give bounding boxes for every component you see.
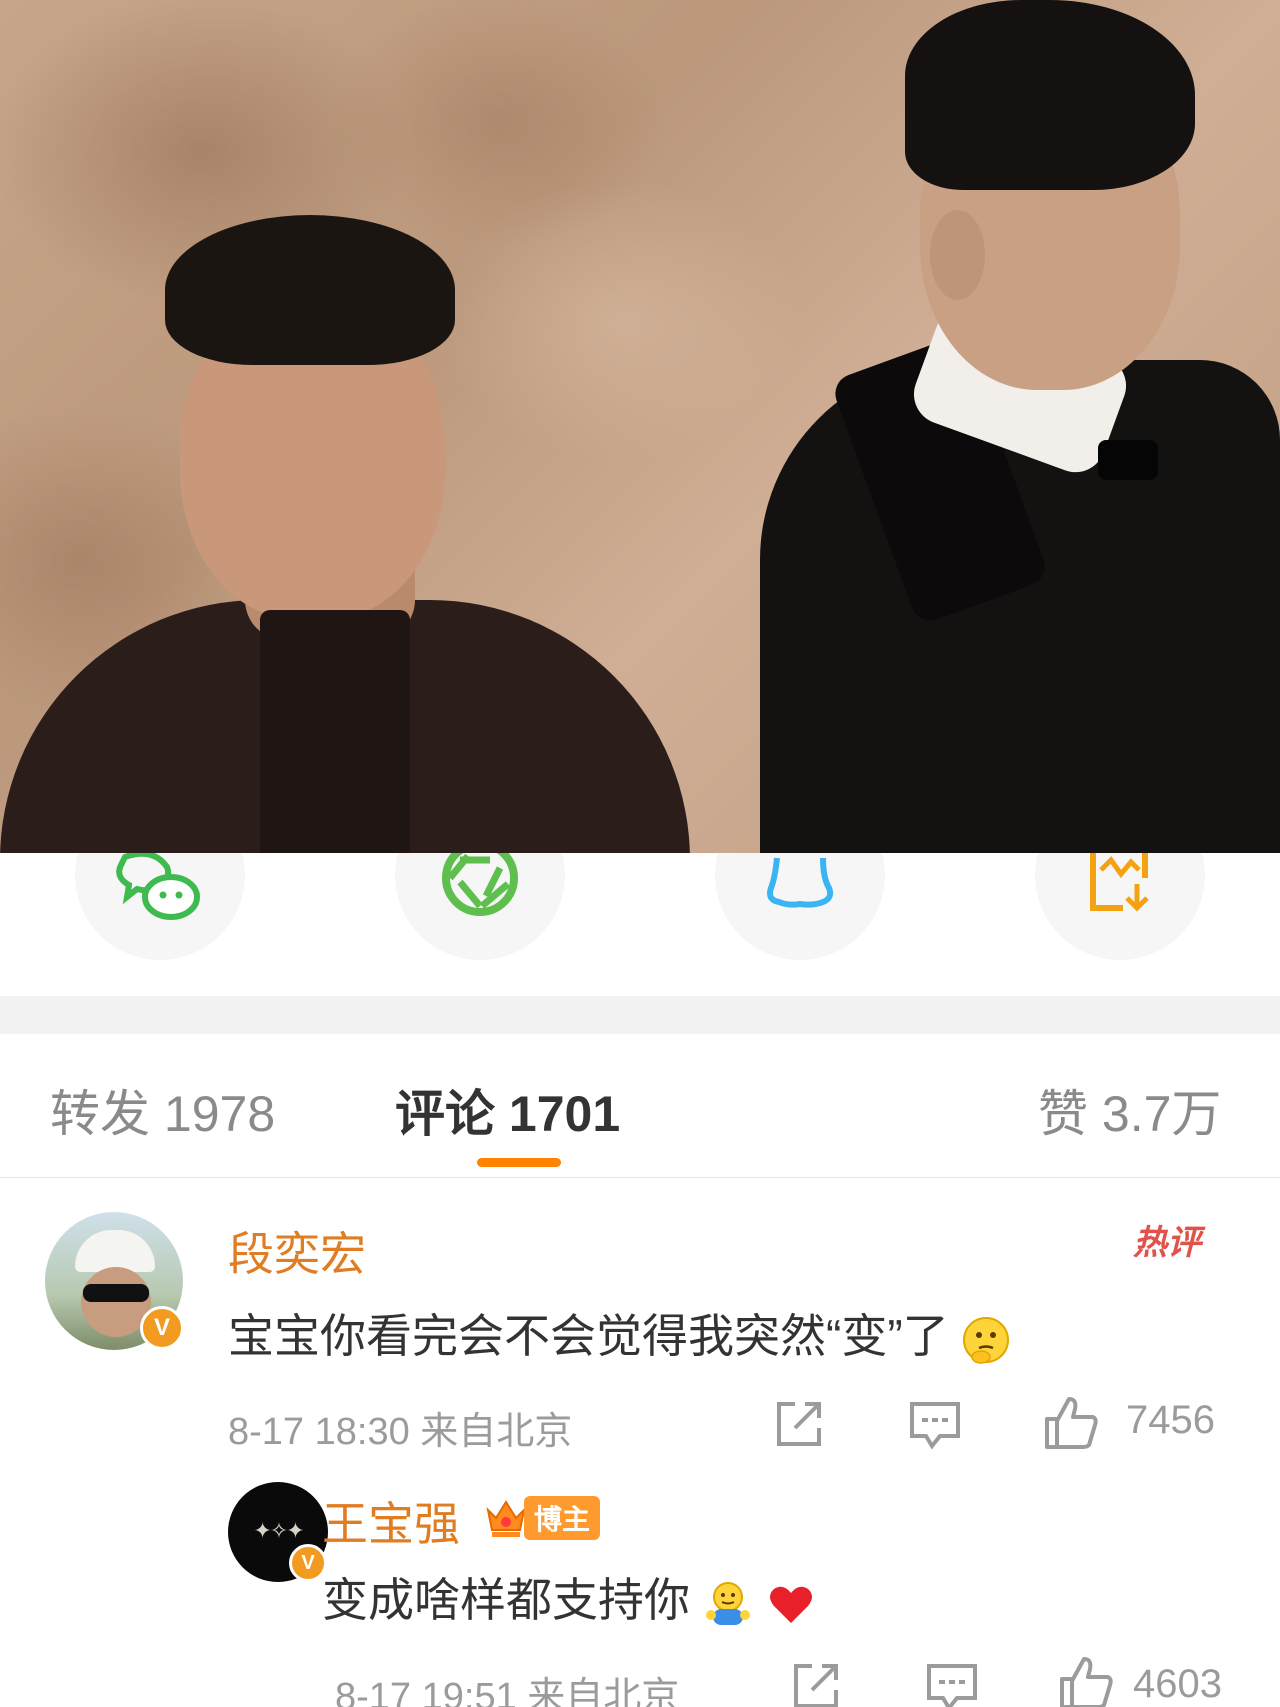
reply-comment-icon[interactable]: [908, 1398, 962, 1452]
wechat-icon: [116, 853, 200, 920]
reply-like-count: 4603: [1133, 1662, 1222, 1706]
reply-time: 8-17 19:51 来自北京: [335, 1676, 680, 1707]
crown-icon: [486, 1500, 526, 1537]
thinking-emoji: [963, 1316, 1010, 1364]
reply-share-icon[interactable]: [790, 1660, 842, 1707]
share-save-button[interactable]: [1035, 853, 1205, 960]
avatar-logo: ✦✧✦: [253, 1518, 304, 1543]
avatar-sunglasses: [83, 1284, 149, 1302]
person-right-bowtie: [1098, 440, 1158, 480]
tab-repost[interactable]: 转发 1978: [50, 1074, 275, 1146]
person-right-hair: [905, 0, 1195, 190]
comment-text: 宝宝你看完会不会觉得我突然“变”了: [228, 1300, 1011, 1366]
share-moments-button[interactable]: [395, 853, 565, 960]
comment-text-body: 宝宝你看完会不会觉得我突然“变”了: [228, 1310, 949, 1362]
author-tag-label: 博主: [524, 1496, 601, 1540]
section-separator: [0, 996, 1280, 1034]
heart-emoji: [769, 1586, 812, 1623]
person-right-ear: [930, 210, 985, 300]
comment-username[interactable]: 段奕宏: [228, 1218, 366, 1284]
tab-bar: 转发 1978 评论 1701 赞 3.7万: [0, 1034, 1280, 1178]
verified-badge: V: [140, 1306, 184, 1350]
tab-comments[interactable]: 评论 1701: [395, 1074, 620, 1146]
reply-text: 变成啥样都支持你: [322, 1564, 816, 1630]
avatar-cap: [75, 1230, 155, 1272]
share-wechat-button[interactable]: [75, 853, 245, 960]
person-left-collar: [260, 610, 410, 853]
save-image-icon: [1090, 853, 1149, 912]
hot-comment-badge: 热评: [1133, 1224, 1201, 1262]
share-row: [0, 853, 1280, 996]
reply-text-body: 变成啥样都支持你: [322, 1574, 690, 1626]
author-tag: 博主: [484, 1494, 601, 1542]
share-comment-icon[interactable]: [773, 1398, 825, 1450]
post-image[interactable]: [0, 0, 1280, 853]
like-count: 7456: [1126, 1398, 1215, 1442]
hug-emoji: [705, 1581, 750, 1625]
comment-time: 8-17 18:30 来自北京: [228, 1411, 573, 1453]
reply-username[interactable]: 王宝强: [322, 1488, 460, 1554]
reply-reply-icon[interactable]: [925, 1660, 979, 1707]
active-tab-indicator: [477, 1158, 561, 1167]
tab-likes[interactable]: 赞 3.7万: [1038, 1074, 1221, 1146]
share-qq-button[interactable]: [715, 853, 885, 960]
reply-like-icon[interactable]: [1058, 1655, 1114, 1707]
person-left-hair: [165, 215, 455, 365]
qq-icon: [767, 857, 834, 908]
like-icon[interactable]: [1043, 1395, 1099, 1451]
moments-icon: [442, 853, 518, 916]
